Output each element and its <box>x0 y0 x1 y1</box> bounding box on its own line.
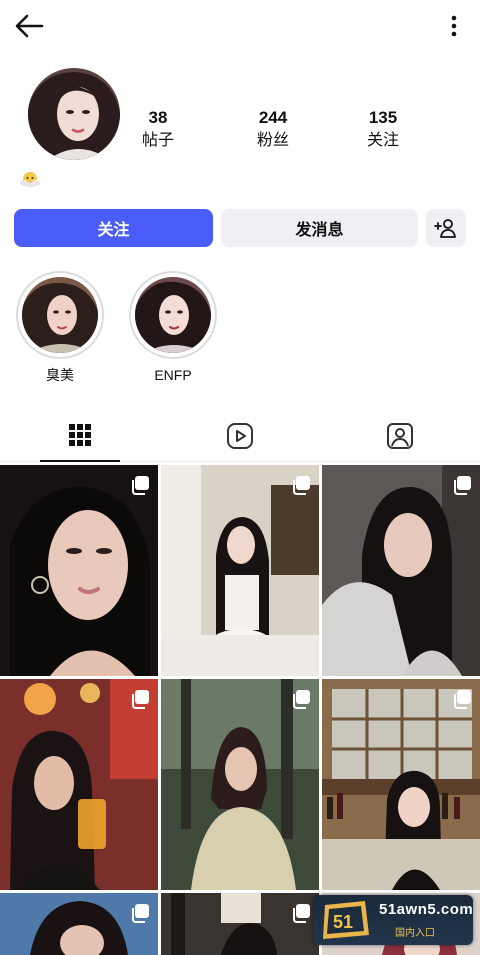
message-button[interactable]: 发消息 <box>221 209 418 247</box>
posts-count-label: 帖子 <box>141 132 174 149</box>
post-thumbnail[interactable] <box>322 465 480 676</box>
tab-tagged[interactable] <box>360 410 440 462</box>
carousel-icon <box>132 476 149 495</box>
more-options-button[interactable] <box>446 12 462 40</box>
followers-count-label: 粉丝 <box>256 132 289 149</box>
post-thumbnail[interactable] <box>0 893 158 955</box>
carousel-icon <box>293 904 310 923</box>
carousel-icon <box>454 690 471 709</box>
highlight-ring <box>16 271 104 359</box>
face-in-clouds-emoji-icon <box>20 172 40 188</box>
highlight-ring <box>129 271 217 359</box>
top-bar <box>0 0 480 52</box>
highlight-cover <box>22 277 98 353</box>
carousel-icon <box>454 476 471 495</box>
watermark-badge: 51 51awn5.com 国内入口 <box>313 895 473 945</box>
post-thumbnail[interactable] <box>0 465 158 676</box>
posts-count-value: 38 <box>148 108 168 127</box>
watermark-logo: 51 <box>323 901 369 939</box>
profile-avatar[interactable] <box>28 68 120 160</box>
highlight-item[interactable]: 臭美 <box>15 271 105 383</box>
highlight-item[interactable]: ENFP <box>128 271 218 383</box>
posts-count[interactable]: 38 帖子 <box>118 108 198 152</box>
post-thumbnail[interactable] <box>0 679 158 890</box>
bio-emoji <box>20 170 40 193</box>
following-count-value: 135 <box>368 108 398 127</box>
back-button[interactable] <box>12 10 48 42</box>
following-count[interactable]: 135 关注 <box>343 108 423 152</box>
tab-reels[interactable] <box>200 410 280 462</box>
watermark-title: 51awn5.com <box>379 901 474 918</box>
post-thumbnail[interactable] <box>161 679 319 890</box>
add-friend-button[interactable] <box>426 209 466 247</box>
content-tabs <box>0 410 480 462</box>
reels-play-icon <box>227 423 253 449</box>
highlight-cover <box>135 277 211 353</box>
followers-count[interactable]: 244 粉丝 <box>233 108 313 152</box>
svg-text:51: 51 <box>333 912 353 932</box>
follow-button[interactable]: 关注 <box>14 209 213 247</box>
watermark-subtitle: 国内入口 <box>395 928 435 939</box>
post-thumbnail[interactable] <box>161 465 319 676</box>
carousel-icon <box>293 476 310 495</box>
highlight-label: ENFP <box>154 367 192 383</box>
carousel-icon <box>132 690 149 709</box>
tab-posts-grid[interactable] <box>40 410 120 462</box>
tagged-person-icon <box>387 423 413 449</box>
followers-count-value: 244 <box>258 108 288 127</box>
arrow-left-icon <box>15 14 44 38</box>
person-add-icon <box>434 219 456 238</box>
more-vertical-icon <box>451 15 457 37</box>
carousel-icon <box>132 904 149 923</box>
highlight-label: 臭美 <box>46 367 74 383</box>
post-thumbnail[interactable] <box>161 893 319 955</box>
carousel-icon <box>293 690 310 709</box>
following-count-label: 关注 <box>366 132 399 149</box>
grid-icon <box>69 424 91 446</box>
post-thumbnail[interactable] <box>322 679 480 890</box>
